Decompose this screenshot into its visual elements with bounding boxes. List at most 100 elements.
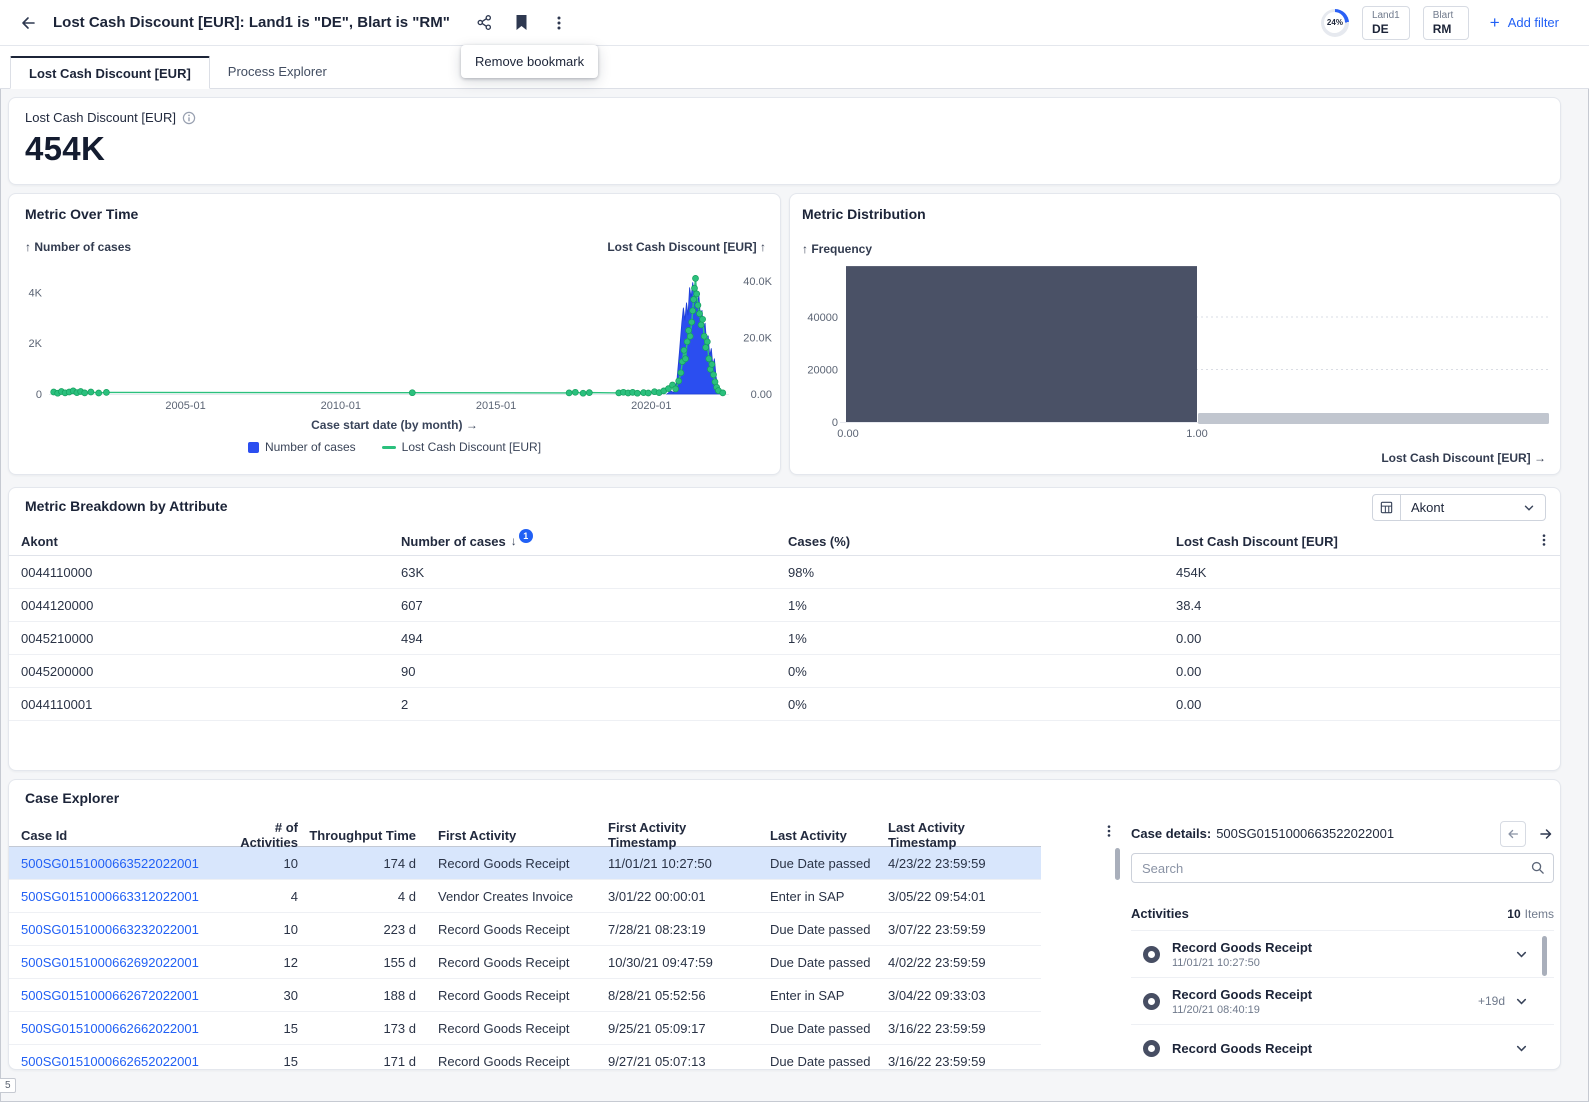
discount-line-series[interactable]	[53, 278, 724, 394]
data-point[interactable]	[675, 377, 683, 385]
data-point[interactable]	[672, 385, 679, 393]
chevron-down-icon[interactable]	[1515, 948, 1528, 961]
case-id-link[interactable]: 500SG0151000662692022001	[21, 955, 219, 970]
data-point[interactable]	[688, 318, 696, 326]
data-point[interactable]	[693, 290, 701, 298]
column-header[interactable]: First Activity Timestamp	[592, 820, 754, 850]
column-header[interactable]: First Activity	[422, 828, 592, 843]
data-point[interactable]	[571, 388, 579, 396]
filter-chip-land1[interactable]: Land1 DE	[1361, 5, 1410, 40]
column-header[interactable]: Cases (%)	[788, 534, 1176, 549]
case-row[interactable]: 500SG0151000662672022001 30 188 d Record Go…	[9, 979, 1041, 1012]
data-point[interactable]	[700, 332, 708, 340]
data-point[interactable]	[579, 389, 587, 397]
data-point[interactable]	[680, 346, 688, 354]
breakdown-row[interactable]: 0044110001 2 0% 0.00	[9, 688, 1560, 721]
data-point[interactable]	[81, 389, 89, 397]
column-menu-button[interactable]	[1537, 533, 1551, 552]
case-table-scrollbar[interactable]	[1115, 848, 1120, 880]
bookmark-button[interactable]	[510, 11, 534, 35]
case-row[interactable]: 500SG0151000662662022001 15 173 d Record Go…	[9, 1012, 1041, 1045]
activity-item[interactable]: Record Goods Receipt	[1131, 1025, 1554, 1069]
breakdown-row[interactable]: 0044110000 63K 98% 454K	[9, 556, 1560, 589]
data-point[interactable]	[682, 355, 689, 363]
data-point[interactable]	[634, 389, 641, 397]
legend-item[interactable]: Lost Cash Discount [EUR]	[381, 440, 541, 454]
case-table-menu-button[interactable]	[1102, 824, 1116, 843]
activities-scrollbar[interactable]	[1542, 936, 1547, 976]
data-point[interactable]	[690, 296, 697, 303]
more-menu-button[interactable]	[547, 11, 571, 35]
breakdown-row[interactable]: 0045210000 494 1% 0.00	[9, 622, 1560, 655]
data-point[interactable]	[95, 389, 103, 397]
tab-lost-cash-discount[interactable]: Lost Cash Discount [EUR]	[10, 56, 210, 89]
chevron-down-icon[interactable]	[1515, 995, 1528, 1008]
column-header[interactable]: # of Activities	[219, 820, 304, 850]
case-id-link[interactable]: 500SG0151000662662022001	[21, 1021, 219, 1036]
column-header[interactable]: Last Activity Timestamp	[872, 820, 1022, 850]
data-point[interactable]	[685, 327, 692, 334]
data-point[interactable]	[691, 284, 698, 292]
add-filter-button[interactable]: + Add filter	[1490, 14, 1559, 31]
column-header[interactable]: Akont	[21, 534, 401, 549]
activity-item[interactable]: Record Goods Receipt 11/01/21 10:27:50	[1131, 931, 1554, 978]
data-point[interactable]	[686, 332, 694, 340]
data-point[interactable]	[708, 361, 716, 368]
data-point[interactable]	[408, 389, 416, 397]
breakdown-row[interactable]: 0045200000 90 0% 0.00	[9, 655, 1560, 688]
metric-distribution-chart[interactable]: 020000400000.00 1.00	[790, 254, 1562, 439]
case-row[interactable]: 500SG0151000662692022001 12 155 d Record Go…	[9, 946, 1041, 979]
data-point[interactable]	[644, 389, 652, 397]
data-point[interactable]	[702, 344, 710, 351]
data-point[interactable]	[683, 338, 691, 346]
column-header[interactable]: Last Activity	[754, 828, 872, 843]
tab-process-explorer[interactable]: Process Explorer	[210, 56, 345, 89]
data-point[interactable]	[694, 301, 702, 309]
x-axis-label[interactable]: Case start date (by month) →	[9, 418, 780, 432]
data-point[interactable]	[710, 371, 717, 379]
data-point[interactable]	[87, 388, 95, 396]
case-row[interactable]: 500SG0151000663522022001 10 174 d Record Go…	[9, 847, 1041, 880]
data-point[interactable]	[719, 389, 727, 397]
data-point[interactable]	[705, 355, 713, 363]
column-header[interactable]: Case Id	[21, 828, 219, 843]
case-row[interactable]: 500SG0151000663312022001 4 4 d Vendor Creat…	[9, 880, 1041, 913]
case-id-link[interactable]: 500SG0151000663522022001	[21, 856, 219, 871]
data-point[interactable]	[697, 321, 705, 329]
data-point[interactable]	[585, 389, 593, 396]
left-axis-label[interactable]: ↑ Number of cases	[25, 240, 131, 254]
case-id-link[interactable]: 500SG0151000662672022001	[21, 988, 219, 1003]
data-point[interactable]	[689, 307, 697, 315]
metric-over-time-chart[interactable]: 0 2K 4K 0.00 20.0K 40.0K 2005-01 2010-01 2015-01…	[17, 256, 774, 412]
case-id-link[interactable]: 500SG0151000663232022001	[21, 922, 219, 937]
data-point[interactable]	[677, 369, 685, 377]
distribution-x-label[interactable]: Lost Cash Discount [EUR] →	[1381, 451, 1546, 465]
activity-item[interactable]: Record Goods Receipt 11/20/21 08:40:19 +19…	[1131, 978, 1554, 1025]
back-button[interactable]	[16, 11, 40, 35]
data-point[interactable]	[103, 389, 110, 396]
data-point[interactable]	[699, 315, 706, 323]
next-case-button[interactable]	[1538, 826, 1554, 842]
breakdown-row[interactable]: 0044120000 607 1% 38.4	[9, 589, 1560, 622]
filter-chip-blart[interactable]: Blart RM	[1422, 5, 1469, 40]
case-id-link[interactable]: 500SG0151000662652022001	[21, 1054, 219, 1069]
legend-item[interactable]: Number of cases	[247, 440, 356, 454]
column-header[interactable]: Throughput Time	[304, 828, 422, 843]
activity-search-input[interactable]	[1131, 853, 1554, 883]
table-view-icon[interactable]	[1373, 495, 1401, 520]
histogram-scrollbar[interactable]	[1198, 413, 1549, 424]
data-point[interactable]	[565, 389, 573, 397]
right-axis-label[interactable]: Lost Cash Discount [EUR] ↑	[607, 240, 766, 254]
case-row[interactable]: 500SG0151000662652022001 15 171 d Record Go…	[9, 1045, 1041, 1069]
info-icon[interactable]	[182, 111, 196, 125]
chevron-down-icon[interactable]	[1515, 1042, 1528, 1055]
histogram-bar[interactable]	[846, 266, 1197, 422]
case-id-link[interactable]: 500SG0151000663312022001	[21, 889, 219, 904]
data-point[interactable]	[692, 275, 699, 282]
attribute-selector[interactable]: Akont	[1372, 494, 1546, 521]
case-row[interactable]: 500SG0151000663232022001 10 223 d Record Go…	[9, 913, 1041, 946]
share-button[interactable]	[473, 11, 497, 35]
data-point[interactable]	[703, 338, 711, 346]
data-point[interactable]	[696, 310, 703, 317]
column-header[interactable]: Lost Cash Discount [EUR]	[1176, 534, 1520, 549]
